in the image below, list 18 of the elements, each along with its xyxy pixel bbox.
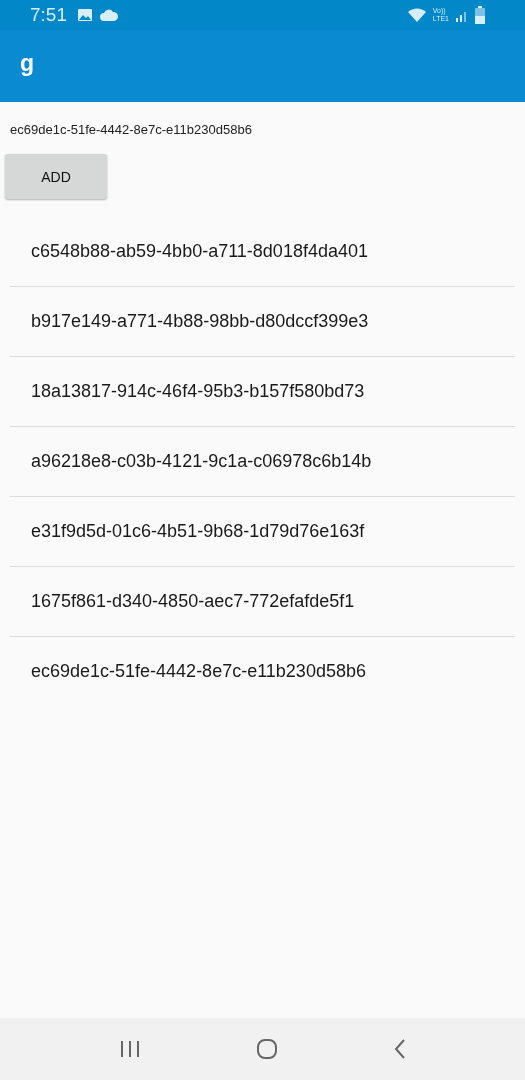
list-item[interactable]: b917e149-a771-4b88-98bb-d80dccf399e3 (10, 287, 515, 356)
recent-apps-icon[interactable] (118, 1039, 141, 1059)
current-id-text: ec69de1c-51fe-4442-8e7c-e11b230d58b6 (9, 121, 253, 138)
cloud-icon (99, 8, 119, 22)
list-item[interactable]: 1675f861-d340-4850-aec7-772efafde5f1 (10, 567, 515, 636)
list-item[interactable]: a96218e8-c03b-4121-9c1a-c06978c6b14b (10, 427, 515, 496)
back-icon[interactable] (392, 1038, 407, 1060)
home-icon[interactable] (255, 1038, 278, 1060)
wifi-icon (406, 7, 427, 23)
status-time: 7:51 (30, 4, 67, 26)
image-icon (77, 8, 93, 22)
list-item[interactable]: ec69de1c-51fe-4442-8e7c-e11b230d58b6 (10, 637, 515, 706)
list-item[interactable]: 18a13817-914c-46f4-95b3-b157f580bd73 (10, 357, 515, 426)
app-title: g (20, 49, 35, 78)
battery-icon (475, 6, 485, 24)
add-button[interactable]: ADD (5, 154, 107, 199)
list-item[interactable]: e31f9d5d-01c6-4b51-9b68-1d79d76e163f (10, 497, 515, 566)
list-item[interactable]: c6548b88-ab59-4bb0-a711-8d018f4da401 (10, 217, 515, 286)
